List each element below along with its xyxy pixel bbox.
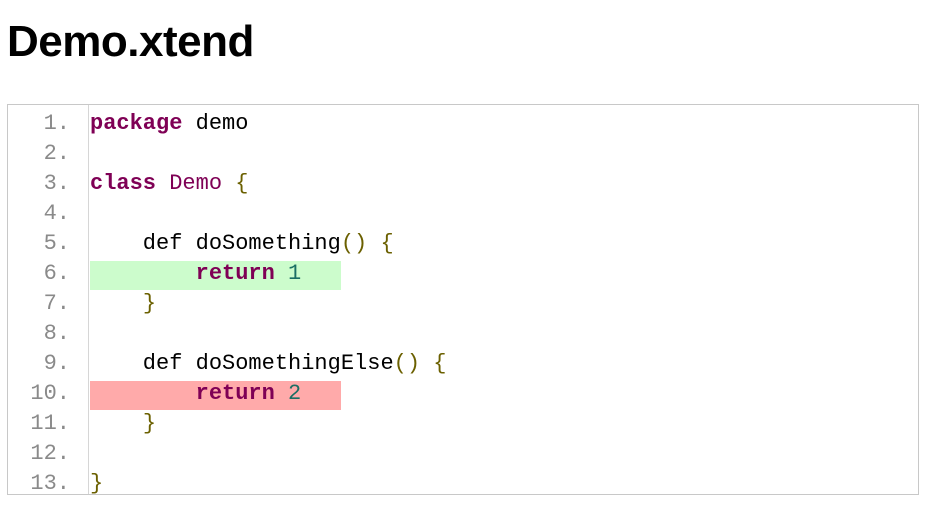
line-code: return 2 xyxy=(90,379,302,409)
code-token-punct: { xyxy=(433,351,447,376)
code-token-keyword: return xyxy=(195,381,275,406)
code-line: 4. xyxy=(8,199,918,229)
line-code: package demo xyxy=(90,109,248,139)
code-token-keyword: class xyxy=(90,171,157,196)
code-line: 11. } xyxy=(8,409,918,439)
line-number: 3. xyxy=(43,171,70,196)
line-number: 2. xyxy=(43,141,70,166)
code-line: 2. xyxy=(8,139,918,169)
line-number: 7. xyxy=(43,291,70,316)
code-line: 6. return 1 xyxy=(8,259,918,290)
code-token-plain: demo xyxy=(182,111,249,136)
line-code: } xyxy=(90,289,156,319)
code-token-number: 1 xyxy=(288,261,302,286)
code-token-punct: } xyxy=(142,411,157,436)
code-token-punct: () xyxy=(340,231,368,256)
page-title: Demo.xtend xyxy=(7,17,254,66)
code-token-punct: } xyxy=(142,291,157,316)
code-line: 9. def doSomethingElse() { xyxy=(8,349,918,379)
code-token-plain: def doSomethingElse xyxy=(90,351,394,376)
line-number: 1. xyxy=(43,111,70,136)
code-line: 8. xyxy=(8,319,918,349)
line-number: 5. xyxy=(43,231,70,256)
code-token-punct: () xyxy=(393,351,421,376)
code-token-type: Demo xyxy=(169,171,223,196)
code-token-number: 2 xyxy=(288,381,302,406)
code-line: 13.} xyxy=(8,469,918,499)
code-token-plain: def doSomething xyxy=(90,231,341,256)
line-code: class Demo { xyxy=(90,169,248,199)
line-number: 8. xyxy=(43,321,70,346)
code-token-punct: { xyxy=(235,171,249,196)
code-line: 12. xyxy=(8,439,918,469)
line-code: } xyxy=(90,409,156,439)
line-number: 11. xyxy=(30,411,70,436)
line-code: } xyxy=(90,469,103,499)
code-token-keyword: package xyxy=(90,111,183,136)
line-number: 4. xyxy=(43,201,70,226)
code-listing: 1. package demo 2. 3. class Demo {4. 5. def d… xyxy=(7,104,919,496)
code-token-keyword: return xyxy=(195,261,275,286)
line-number: 13. xyxy=(30,471,70,496)
code-line: 3. class Demo { xyxy=(8,169,918,199)
code-line: 1. package demo xyxy=(8,109,918,139)
code-line: 5. def doSomething() { xyxy=(8,229,918,259)
line-number: 6. xyxy=(43,261,70,286)
code-token-punct: } xyxy=(90,471,104,496)
line-code: def doSomethingElse() { xyxy=(90,349,447,379)
line-number: 10. xyxy=(30,381,70,406)
code-line: 7. } xyxy=(8,289,918,319)
line-code: def doSomething() { xyxy=(90,229,394,259)
code-token-punct: { xyxy=(380,231,394,256)
line-number: 12. xyxy=(30,441,70,466)
line-code: return 1 xyxy=(90,259,302,289)
code-line: 10. return 2 xyxy=(8,379,918,410)
line-number: 9. xyxy=(43,351,70,376)
